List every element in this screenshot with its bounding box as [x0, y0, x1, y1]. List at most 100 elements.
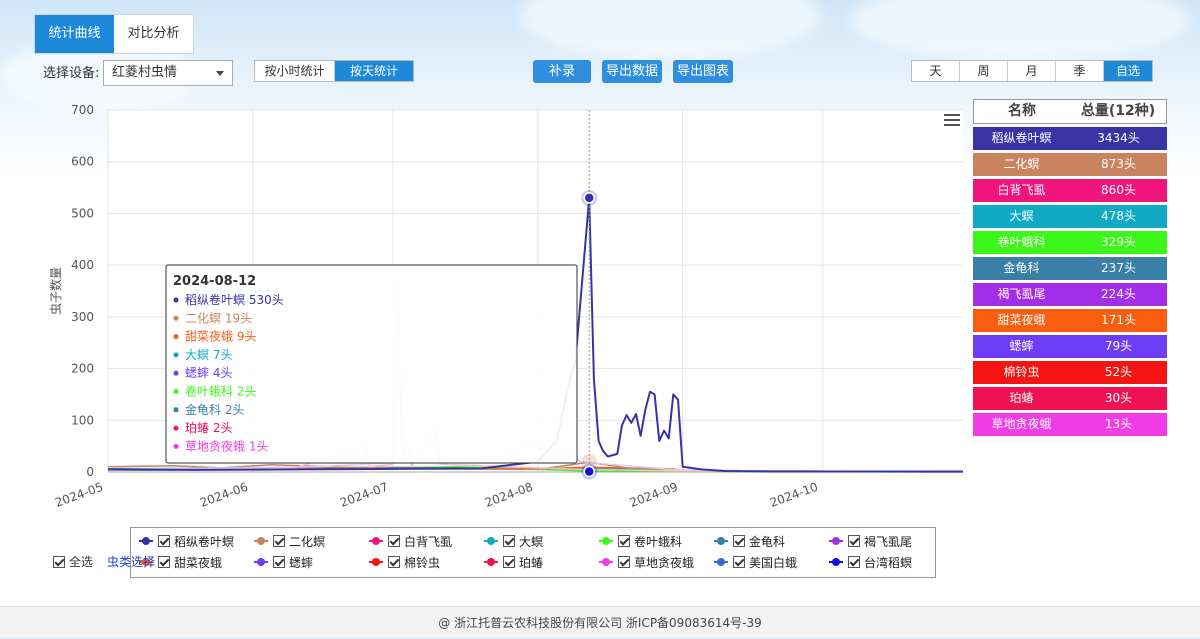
totals-table: 名称 总量(12种) 稻纵卷叶螟 3434头 二化螟 873头 白背飞虱 860头 大螟 47… — [973, 99, 1167, 436]
legend-checkbox[interactable] — [273, 535, 285, 547]
tab-comparison[interactable]: 对比分析 — [114, 15, 193, 53]
totals-row: 褐飞虱尾 224头 — [973, 283, 1167, 306]
tooltip-item: 草地贪夜蛾 1头 — [185, 438, 268, 453]
legend-label: 卷叶蛾科 — [634, 534, 683, 549]
totals-row: 二化螟 873头 — [973, 153, 1167, 176]
totals-row: 珀蝽 30头 — [973, 387, 1167, 410]
device-select-value: 红菱村虫情 — [112, 65, 178, 80]
totals-row-name: 褐飞虱尾 — [997, 287, 1046, 301]
totals-row: 草地贪夜蛾 13头 — [973, 413, 1167, 436]
y-tick-label: 300 — [71, 310, 94, 324]
legend-item[interactable]: 美国白蛾 — [714, 553, 797, 571]
totals-row-total: 13头 — [1104, 417, 1133, 431]
device-label: 选择设备: — [43, 66, 100, 81]
legend-marker-icon — [369, 537, 383, 545]
totals-row: 稻纵卷叶螟 3434头 — [973, 127, 1167, 150]
legend-checkbox[interactable] — [618, 556, 630, 568]
totals-table-header: 名称 总量(12种) — [973, 99, 1167, 124]
select-all[interactable]: 全选 — [53, 553, 93, 570]
daily-stat-option[interactable]: 按天统计 — [335, 61, 413, 81]
legend-item[interactable]: 珀蝽 — [484, 553, 543, 571]
legend-marker-icon — [829, 558, 843, 566]
tooltip-bullet — [173, 443, 179, 449]
tab-statistics-curve[interactable]: 统计曲线 — [35, 15, 114, 53]
legend-item[interactable]: 棉铃虫 — [369, 553, 440, 571]
totals-row: 白背飞虱 860头 — [973, 179, 1167, 202]
tooltip-item: 卷叶蛾科 2头 — [185, 384, 256, 399]
chart-svg: 0 100 200 300 400 500 600 700 2024-05 2024-06 2024… — [48, 103, 964, 510]
tooltip-bullet — [173, 297, 179, 303]
tooltip-bullet — [173, 389, 179, 394]
legend-label: 褐飞虱尾 — [864, 534, 913, 549]
period-day[interactable]: 天 — [912, 61, 960, 81]
legend-item[interactable]: 草地贪夜蛾 — [599, 553, 694, 571]
totals-row: 大螟 478头 — [973, 205, 1167, 228]
totals-row-name: 草地贪夜蛾 — [991, 417, 1052, 431]
hamburger-menu-icon[interactable] — [944, 114, 960, 128]
legend-label: 二化螟 — [289, 534, 326, 549]
legend-item[interactable]: 台湾稻螟 — [829, 553, 912, 571]
export-data-button[interactable]: 导出数据 — [602, 60, 662, 83]
legend-marker-icon — [484, 537, 498, 545]
select-all-checkbox[interactable] — [53, 555, 65, 568]
legend-checkbox[interactable] — [158, 535, 170, 547]
period-quarter[interactable]: 季 — [1056, 61, 1104, 81]
tooltip-bullet — [173, 352, 179, 358]
period-custom[interactable]: 自选 — [1104, 61, 1152, 81]
legend-checkbox[interactable] — [848, 556, 860, 568]
legend-item[interactable]: 二化螟 — [254, 532, 325, 550]
y-tick-label: 0 — [86, 465, 94, 479]
select-all-label: 全选 — [69, 555, 94, 569]
y-tick-label: 500 — [71, 206, 94, 220]
view-tabs: 统计曲线 对比分析 — [34, 14, 194, 54]
legend-checkbox[interactable] — [733, 556, 745, 568]
hover-point — [583, 192, 595, 204]
legend-marker-icon — [714, 558, 728, 566]
y-tick-label: 400 — [71, 258, 94, 272]
bug-type-select-link[interactable]: 虫类选择 — [107, 553, 155, 570]
header-name: 名称 — [1008, 103, 1036, 119]
legend-checkbox[interactable] — [158, 556, 170, 568]
legend-label: 草地贪夜蛾 — [634, 555, 695, 570]
tooltip-item: 稻纵卷叶螟 530头 — [185, 292, 284, 307]
totals-row-total: 171头 — [1101, 313, 1136, 327]
legend-checkbox[interactable] — [388, 535, 400, 547]
legend-item[interactable]: 蟋蟀 — [254, 553, 313, 571]
legend-checkbox[interactable] — [273, 556, 285, 568]
period-week[interactable]: 周 — [960, 61, 1008, 81]
legend-item[interactable]: 大螟 — [484, 532, 543, 550]
legend-checkbox[interactable] — [618, 535, 630, 547]
legend-checkbox[interactable] — [503, 556, 515, 568]
legend-marker-icon — [599, 558, 613, 566]
legend-marker-icon — [369, 558, 383, 566]
legend-item[interactable]: 白背飞虱 — [369, 532, 452, 550]
totals-row-total: 860头 — [1101, 183, 1136, 197]
legend-marker-icon — [829, 537, 843, 545]
legend-item[interactable]: 金龟科 — [714, 532, 785, 550]
x-tick-label: 2024-08 — [483, 480, 535, 510]
page-footer: @ 浙江托普云农科技股份有限公司 浙ICP备09083614号-39 — [0, 606, 1200, 638]
legend-checkbox[interactable] — [388, 556, 400, 568]
tooltip-item: 大螟 7头 — [185, 348, 232, 362]
tooltip-item: 珀蝽 2头 — [185, 420, 232, 435]
hover-point — [583, 465, 595, 478]
legend-label: 稻纵卷叶螟 — [174, 534, 235, 549]
legend-item[interactable]: 卷叶蛾科 — [599, 532, 682, 550]
device-select[interactable]: 红菱村虫情 — [103, 60, 233, 86]
supplement-button[interactable]: 补录 — [533, 60, 591, 83]
legend-checkbox[interactable] — [733, 535, 745, 547]
legend-checkbox[interactable] — [503, 535, 515, 547]
cloud-decoration — [520, 0, 820, 60]
x-tick-label: 2024-06 — [198, 480, 250, 510]
totals-row-name: 大螟 — [1009, 209, 1034, 223]
export-chart-button[interactable]: 导出图表 — [673, 60, 733, 83]
hourly-stat-option[interactable]: 按小时统计 — [255, 61, 335, 81]
legend-item[interactable]: 褐飞虱尾 — [829, 532, 912, 550]
period-month[interactable]: 月 — [1008, 61, 1056, 81]
legend-checkbox[interactable] — [848, 535, 860, 547]
tooltip-bullet — [173, 315, 179, 321]
legend-label: 甜菜夜蛾 — [174, 555, 223, 570]
legend-item[interactable]: 稻纵卷叶螟 — [139, 532, 234, 550]
stat-mode-toggle: 按小时统计 按天统计 — [254, 60, 414, 82]
legend-label: 台湾稻螟 — [864, 555, 913, 570]
